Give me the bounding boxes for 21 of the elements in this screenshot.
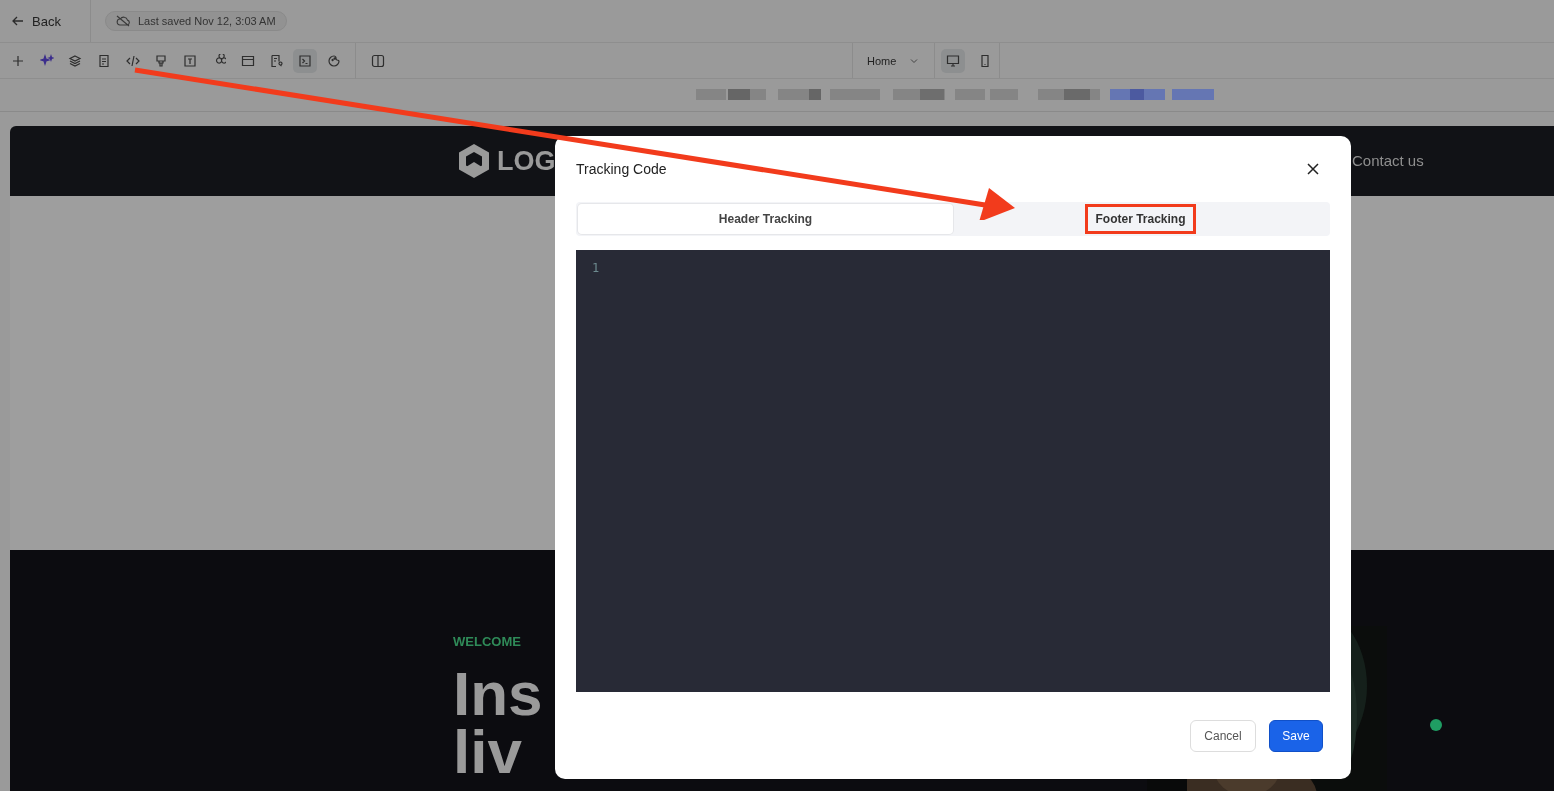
tab[interactable]: Header Tracking (578, 204, 953, 234)
headline: liv (453, 723, 522, 781)
tab[interactable]: Footer Tracking (953, 204, 1328, 234)
eyebrow-text: WELCOME (453, 634, 521, 649)
line-number: 1 (592, 261, 600, 275)
dialog-title: Tracking Code (576, 161, 667, 177)
nav-link[interactable]: Contact us (1352, 152, 1424, 169)
terminal-icon[interactable] (292, 48, 317, 73)
save-status: Last saved Nov 12, 3:03 AM (105, 11, 287, 31)
cloud-off-icon (116, 15, 130, 27)
logo: LOG (455, 142, 556, 180)
back-arrow-icon (12, 15, 24, 27)
cancel-button[interactable]: Cancel (1190, 719, 1256, 752)
code-editor[interactable]: 1 (576, 250, 1330, 692)
slider-dot[interactable] (1430, 719, 1442, 731)
back-button[interactable]: Back (0, 13, 78, 29)
headline: Ins (453, 665, 543, 723)
close-icon[interactable] (1306, 162, 1320, 176)
caret-icon (910, 57, 919, 64)
desktop-icon[interactable] (941, 48, 966, 73)
save-button[interactable]: Save (1269, 719, 1323, 752)
